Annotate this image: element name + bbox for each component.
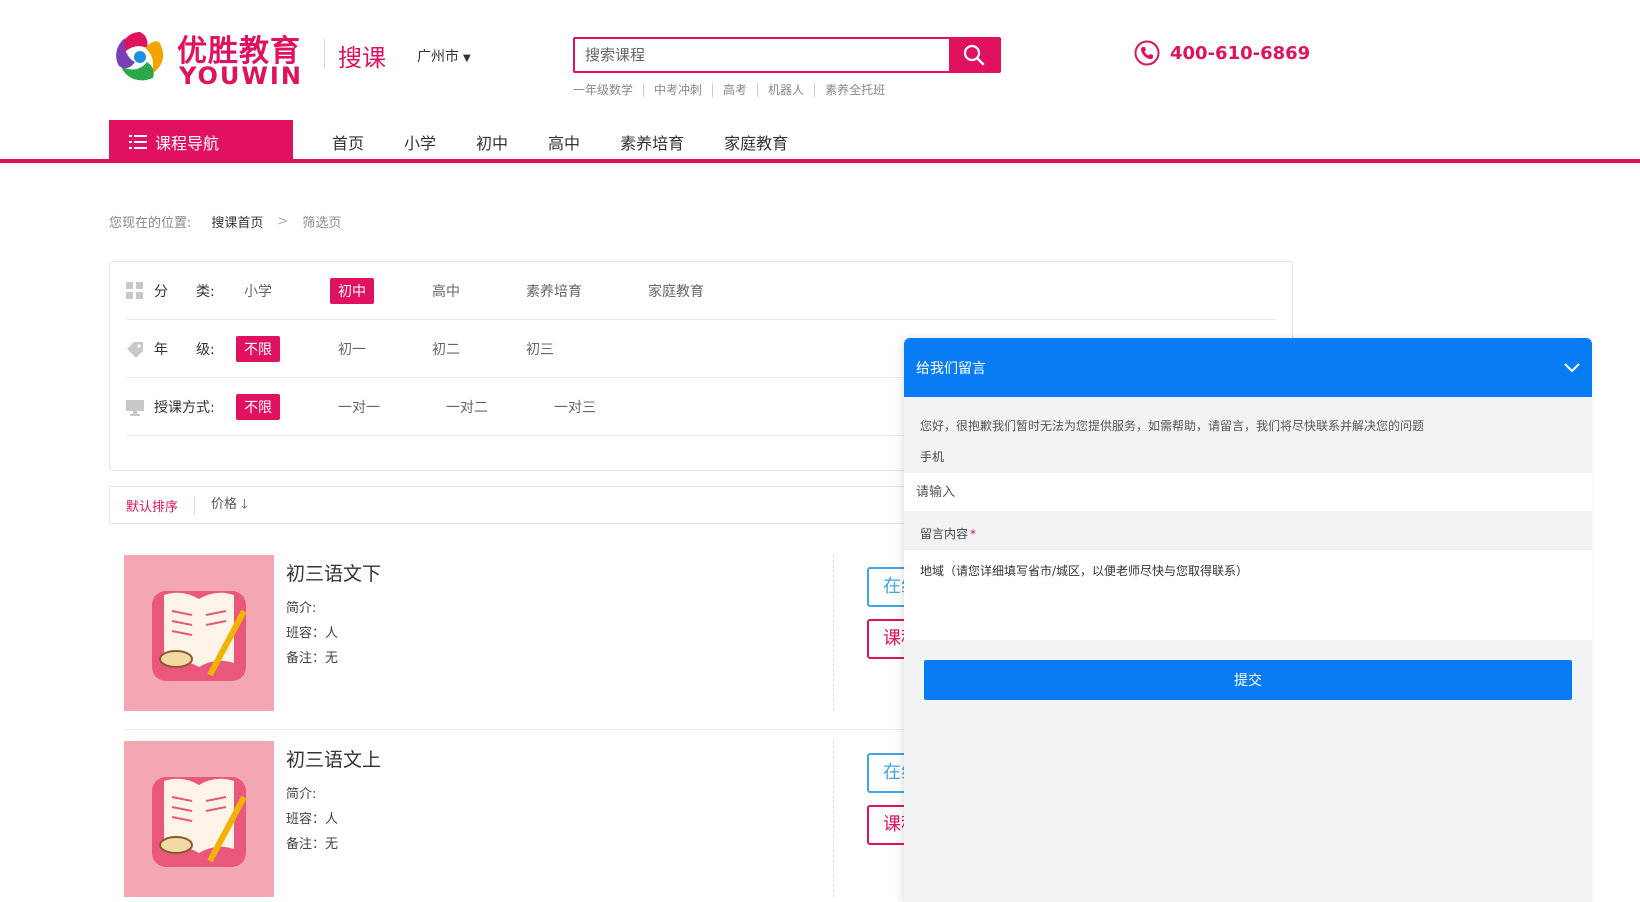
course-note: 备注：无 bbox=[286, 651, 339, 666]
nav-items: 首页 小学 初中 高中 素养培育 家庭教育 bbox=[332, 120, 828, 163]
filter-option[interactable]: 初中 bbox=[330, 277, 374, 304]
nav-item-junior[interactable]: 初中 bbox=[476, 130, 508, 154]
message-textarea[interactable] bbox=[904, 550, 1592, 640]
search-box bbox=[573, 37, 1001, 73]
nav-item-primary[interactable]: 小学 bbox=[404, 130, 436, 154]
nav-item-home[interactable]: 首页 bbox=[332, 130, 364, 154]
book-icon bbox=[124, 741, 274, 897]
nav-item-senior[interactable]: 高中 bbox=[548, 130, 580, 154]
filter-option[interactable]: 一对二 bbox=[438, 394, 496, 420]
city-label: 广州市 bbox=[417, 49, 459, 65]
city-selector[interactable]: 广州市 ▼ bbox=[417, 46, 471, 66]
phone-label-text: 手机 bbox=[920, 450, 945, 464]
logo[interactable]: 优胜教育 YOUWIN bbox=[109, 26, 309, 90]
filter-option[interactable]: 家庭教育 bbox=[640, 278, 712, 304]
search-icon bbox=[963, 44, 985, 66]
tag-icon bbox=[127, 341, 143, 358]
monitor-icon bbox=[126, 399, 144, 416]
course-intro: 简介: bbox=[286, 601, 317, 616]
hot-search-links: 一年级数学 中考冲刺 高考 机器人 素养全托班 bbox=[573, 83, 895, 97]
filter-label: 分 类: bbox=[154, 283, 215, 300]
grid-icon bbox=[126, 281, 143, 299]
hot-link[interactable]: 一年级数学 bbox=[573, 83, 643, 97]
message-panel-header[interactable]: 给我们留言 bbox=[904, 338, 1592, 397]
search-button[interactable] bbox=[949, 39, 999, 71]
course-title[interactable]: 初三语文下 bbox=[286, 559, 381, 586]
book-icon bbox=[124, 555, 274, 711]
menu-icon bbox=[129, 134, 147, 149]
header: 优胜教育 YOUWIN 搜课 广州市 ▼ 一年级数学 中考冲刺 高考 机器人 素养… bbox=[0, 0, 1640, 110]
phone-icon bbox=[1134, 40, 1160, 66]
hotline: 400-610-6869 bbox=[1134, 40, 1310, 66]
logo-text-en: YOUWIN bbox=[179, 62, 303, 90]
hot-link[interactable]: 高考 bbox=[712, 83, 757, 97]
course-class-size: 班容：人 bbox=[286, 626, 339, 641]
filter-option[interactable]: 不限 bbox=[236, 335, 280, 362]
content-label: 留言内容 * bbox=[904, 511, 1592, 542]
phone-input[interactable] bbox=[904, 473, 1592, 511]
course-class-size: 班容：人 bbox=[286, 812, 339, 827]
chevron-down-icon[interactable] bbox=[1564, 362, 1580, 373]
filter-option[interactable]: 小学 bbox=[236, 278, 280, 304]
filter-row-category: 分 类: 小学 初中 高中 素养培育 家庭教育 bbox=[126, 262, 1276, 320]
hotline-number: 400-610-6869 bbox=[1170, 42, 1311, 64]
caret-down-icon: ▼ bbox=[463, 53, 471, 64]
filter-option[interactable]: 一对一 bbox=[330, 394, 388, 420]
filter-option[interactable]: 不限 bbox=[236, 393, 280, 420]
breadcrumb-home[interactable]: 搜课首页 bbox=[211, 212, 263, 231]
course-intro: 简介: bbox=[286, 787, 317, 802]
filter-option[interactable]: 初二 bbox=[424, 336, 468, 362]
course-title[interactable]: 初三语文上 bbox=[286, 745, 381, 772]
nav-item-quality[interactable]: 素养培育 bbox=[620, 130, 684, 154]
logo-divider bbox=[324, 38, 325, 68]
chevron-right-icon: > bbox=[277, 214, 289, 229]
sort-default[interactable]: 默认排序 bbox=[110, 495, 196, 515]
message-tip: 您好，很抱歉我们暂时无法为您提供服务，如需帮助，请留言，我们将尽快联系并解决您的… bbox=[920, 419, 1425, 433]
breadcrumb-prefix: 您现在的位置: bbox=[109, 216, 192, 231]
content-label-text: 留言内容 bbox=[920, 527, 969, 541]
logo-swirl-icon bbox=[116, 32, 164, 81]
nav-item-family[interactable]: 家庭教育 bbox=[724, 130, 788, 154]
required-mark: * bbox=[970, 527, 977, 541]
breadcrumb-current: 筛选页 bbox=[302, 216, 342, 231]
hot-link[interactable]: 中考冲刺 bbox=[643, 83, 712, 97]
filter-option[interactable]: 高中 bbox=[424, 278, 468, 304]
message-panel-title: 给我们留言 bbox=[916, 360, 986, 377]
arrow-down-icon: 🡓 bbox=[241, 497, 248, 512]
hot-link[interactable]: 素养全托班 bbox=[814, 83, 895, 97]
breadcrumb: 您现在的位置: 搜课首页 > 筛选页 bbox=[109, 212, 341, 231]
course-thumbnail[interactable] bbox=[124, 741, 274, 897]
sort-price[interactable]: 价格 🡓 bbox=[195, 493, 264, 517]
main-nav: 课程导航 首页 小学 初中 高中 素养培育 家庭教育 bbox=[0, 120, 1640, 163]
sort-price-label: 价格 bbox=[211, 497, 238, 512]
phone-label: 手机 bbox=[904, 434, 1592, 465]
site-subtitle: 搜课 bbox=[338, 44, 386, 72]
filter-option[interactable]: 素养培育 bbox=[518, 278, 590, 304]
filter-label: 年 级: bbox=[154, 341, 215, 358]
filter-option[interactable]: 一对三 bbox=[546, 394, 604, 420]
course-nav-button[interactable]: 课程导航 bbox=[109, 120, 293, 163]
divider bbox=[833, 555, 834, 711]
message-panel: 给我们留言 您好，很抱歉我们暂时无法为您提供服务，如需帮助，请留言，我们将尽快联… bbox=[904, 338, 1592, 902]
course-thumbnail[interactable] bbox=[124, 555, 274, 711]
filter-option[interactable]: 初三 bbox=[518, 336, 562, 362]
search-input[interactable] bbox=[575, 39, 949, 71]
filter-option[interactable]: 初一 bbox=[330, 336, 374, 362]
course-nav-label: 课程导航 bbox=[155, 133, 220, 153]
divider bbox=[833, 741, 834, 897]
submit-button[interactable]: 提交 bbox=[924, 660, 1572, 700]
course-note: 备注：无 bbox=[286, 837, 339, 852]
hot-link[interactable]: 机器人 bbox=[757, 83, 814, 97]
filter-label: 授课方式: bbox=[154, 399, 215, 416]
